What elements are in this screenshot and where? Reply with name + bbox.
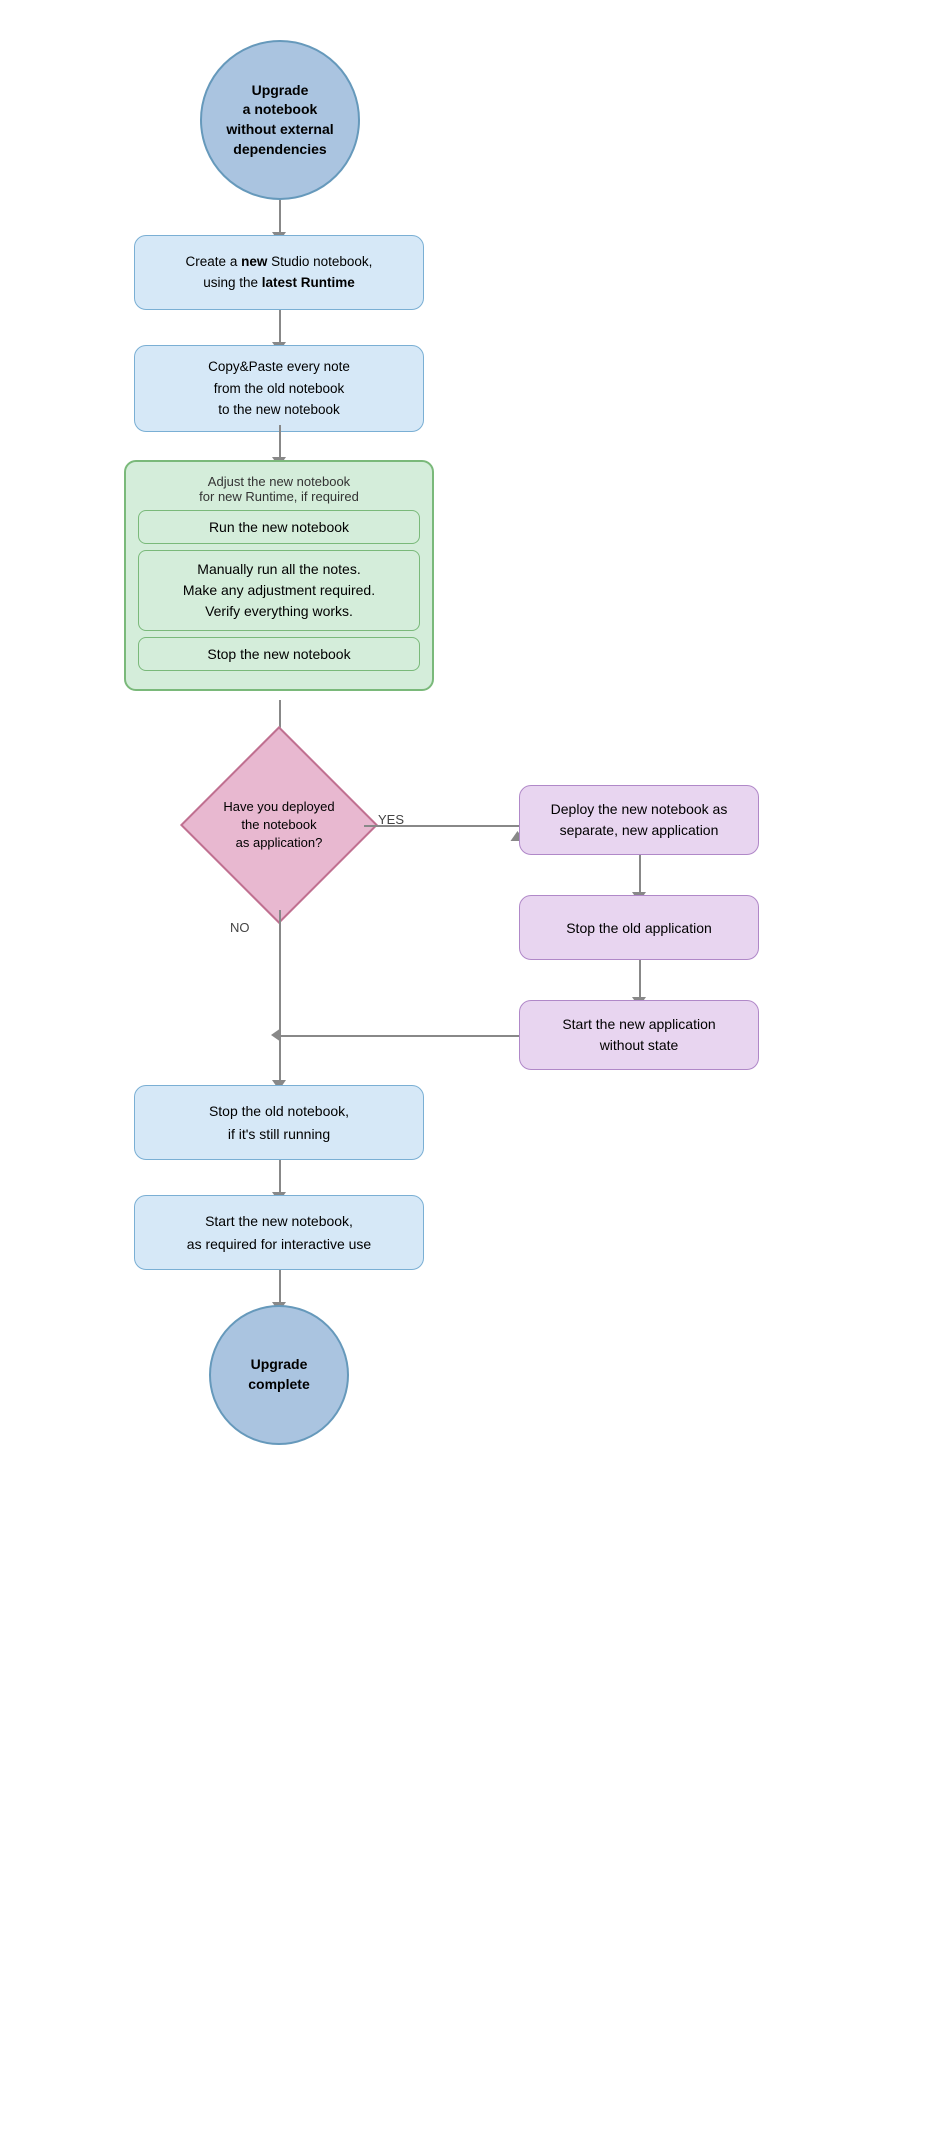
conn-1 xyxy=(279,200,281,235)
diamond-label: Have you deployedthe notebookas applicat… xyxy=(218,793,339,858)
green-inner3: Stop the new notebook xyxy=(138,637,420,671)
green-inner3-label: Stop the new notebook xyxy=(207,646,350,662)
step1-box: Create a new Studio notebook,using the l… xyxy=(134,235,424,310)
no-label: NO xyxy=(230,920,250,935)
conn-6 xyxy=(279,1270,281,1305)
end-circle-label: Upgradecomplete xyxy=(248,1355,309,1394)
start-new-notebook-label: Start the new notebook,as required for i… xyxy=(187,1210,371,1255)
step1-label: Create a new Studio notebook,using the l… xyxy=(186,252,373,293)
green-outer-box: Adjust the new notebookfor new Runtime, … xyxy=(124,460,434,691)
green-inner1: Run the new notebook xyxy=(138,510,420,544)
purple2-box: Stop the old application xyxy=(519,895,759,960)
green-inner2: Manually run all the notes.Make any adju… xyxy=(138,550,420,631)
conn-3 xyxy=(279,425,281,460)
arrow-p3-left xyxy=(271,1028,281,1042)
conn-p2-p3 xyxy=(639,960,641,1000)
purple3-box: Start the new applicationwithout state xyxy=(519,1000,759,1070)
conn-2 xyxy=(279,310,281,345)
conn-yes-h xyxy=(364,825,519,827)
start-new-notebook-box: Start the new notebook,as required for i… xyxy=(134,1195,424,1270)
end-circle: Upgradecomplete xyxy=(209,1305,349,1445)
start-circle: Upgradea notebookwithout externaldepende… xyxy=(200,40,360,200)
green-inner2-label: Manually run all the notes.Make any adju… xyxy=(183,559,375,622)
step2-box: Copy&Paste every notefrom the old notebo… xyxy=(134,345,424,432)
conn-5 xyxy=(279,1160,281,1195)
diamond-shape: Have you deployedthe notebookas applicat… xyxy=(194,740,364,910)
step2-label: Copy&Paste every notefrom the old notebo… xyxy=(208,356,350,421)
stop-old-notebook-box: Stop the old notebook,if it's still runn… xyxy=(134,1085,424,1160)
stop-old-notebook-label: Stop the old notebook,if it's still runn… xyxy=(209,1100,349,1145)
green-inner1-label: Run the new notebook xyxy=(209,519,349,535)
green-outer-title: Adjust the new notebookfor new Runtime, … xyxy=(138,474,420,504)
start-circle-label: Upgradea notebookwithout externaldepende… xyxy=(226,81,333,159)
purple2-label: Stop the old application xyxy=(566,920,712,936)
conn-p3-left-h xyxy=(280,1035,519,1037)
purple3-label: Start the new applicationwithout state xyxy=(562,1014,715,1056)
purple1-box: Deploy the new notebook asseparate, new … xyxy=(519,785,759,855)
conn-no-v xyxy=(279,910,281,1085)
purple1-label: Deploy the new notebook asseparate, new … xyxy=(551,799,728,841)
flowchart-diagram: Upgradea notebookwithout externaldepende… xyxy=(0,20,928,2130)
conn-p1-p2 xyxy=(639,855,641,895)
